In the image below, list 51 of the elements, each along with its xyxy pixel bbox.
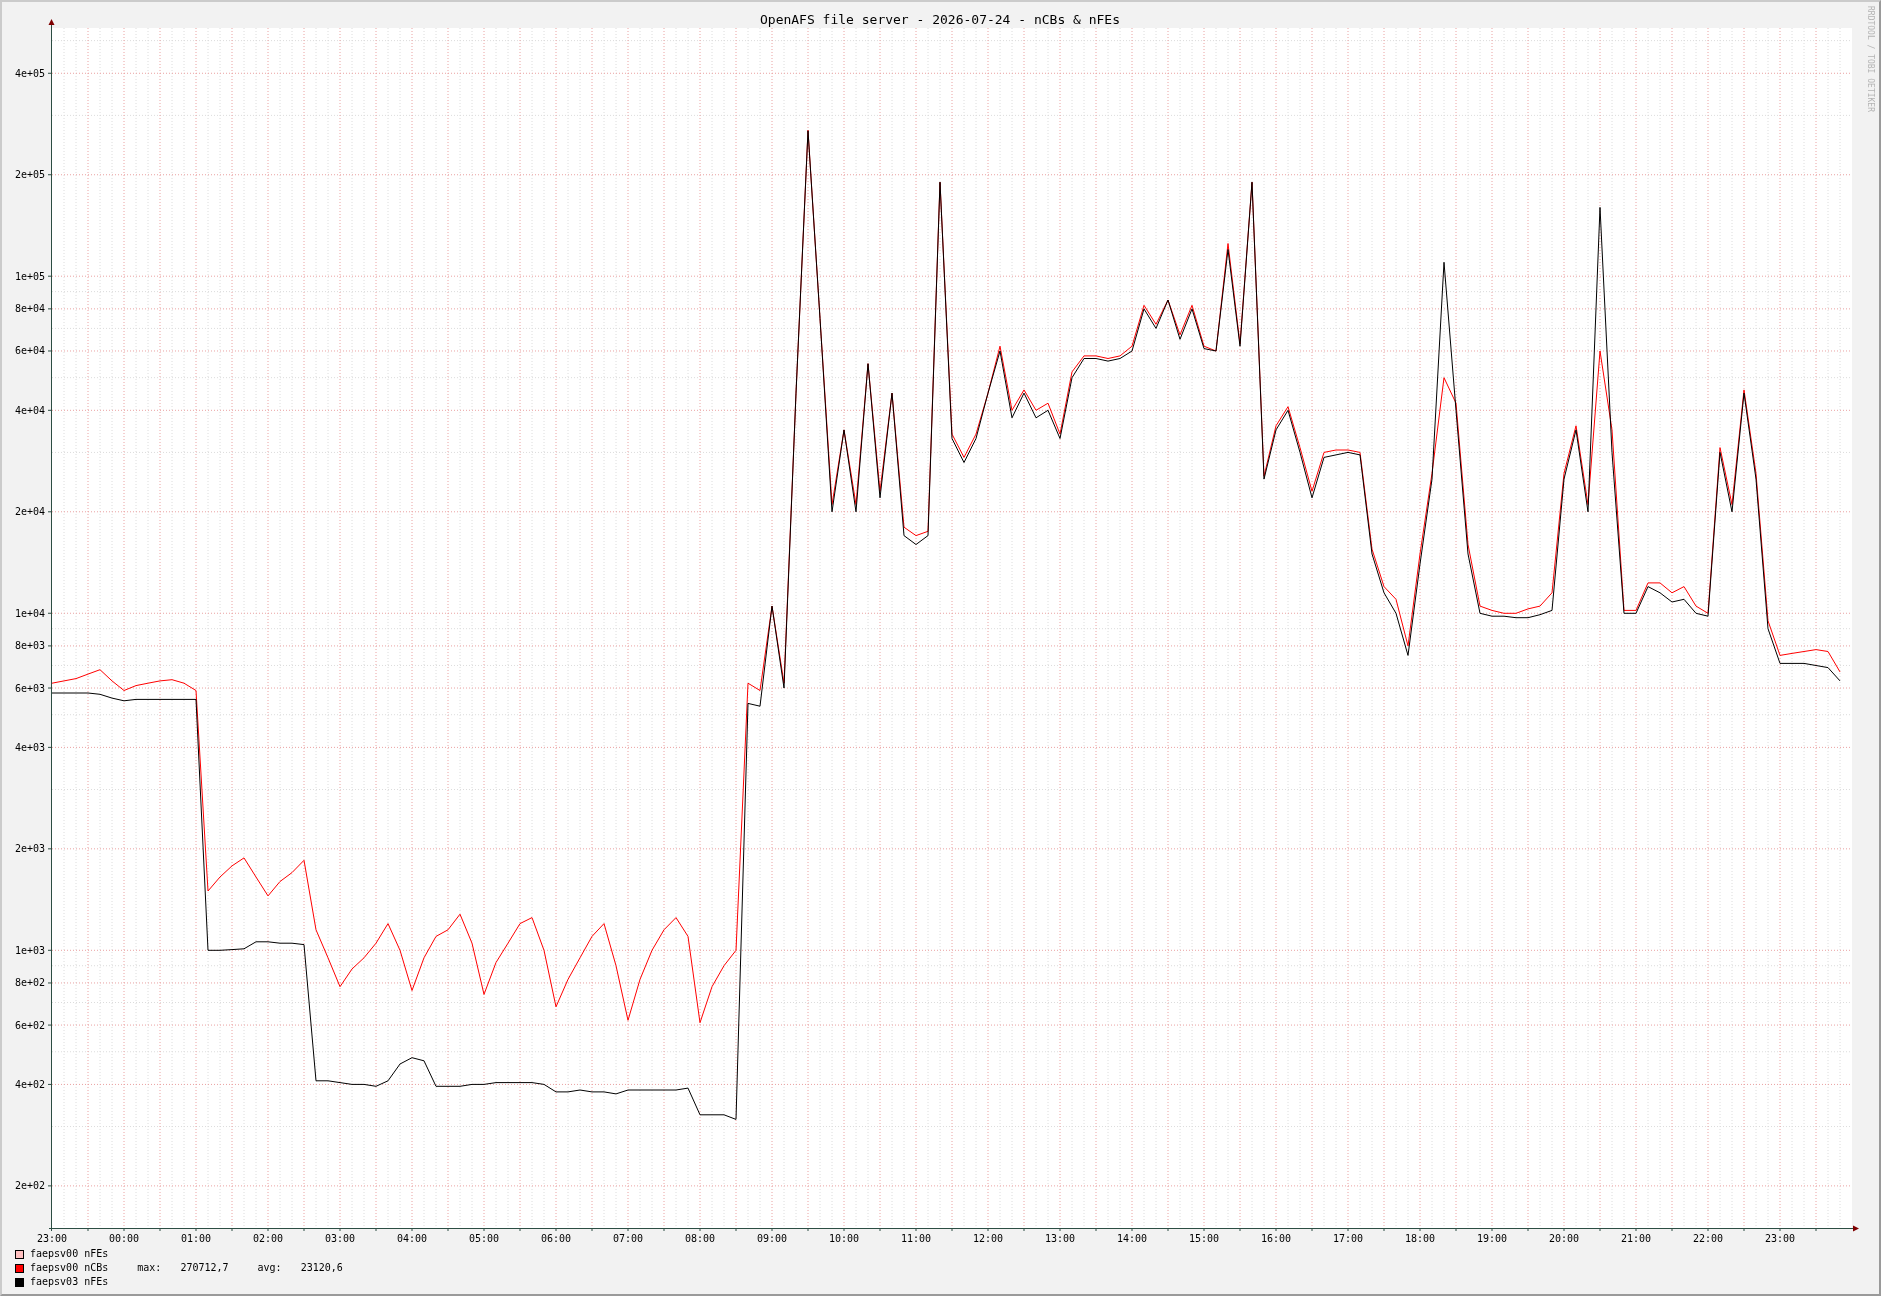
y-tick-label: 8e+03 xyxy=(14,640,45,652)
y-tick-label: 4e+03 xyxy=(14,741,45,753)
legend-label: faepsv03 nFEs xyxy=(30,1275,109,1289)
x-tick-label: 23:00 xyxy=(36,1233,68,1244)
y-tick-label: 4e+05 xyxy=(14,67,45,79)
x-tick-label: 14:00 xyxy=(1116,1233,1148,1244)
legend-label: faepsv00 nCBs xyxy=(30,1261,109,1275)
stat-value: 270712,7 xyxy=(180,1261,229,1275)
x-tick-label: 06:00 xyxy=(540,1233,572,1244)
x-tick-label: 05:00 xyxy=(468,1233,500,1244)
y-tick-label: 2e+05 xyxy=(14,169,45,181)
x-tick-label: 03:00 xyxy=(324,1233,356,1244)
x-tick-label: 00:00 xyxy=(108,1233,140,1244)
y-tick-label: 2e+03 xyxy=(14,843,45,855)
y-tick-label: 6e+02 xyxy=(14,1019,45,1031)
x-tick-label: 13:00 xyxy=(1044,1233,1076,1244)
y-tick-label: 8e+04 xyxy=(14,303,45,315)
x-tick-label: 17:00 xyxy=(1332,1233,1364,1244)
x-tick-label: 09:00 xyxy=(756,1233,788,1244)
x-tick-label: 11:00 xyxy=(900,1233,932,1244)
chart-title: OpenAFS file server - 2026-07-24 - nCBs & nFEs xyxy=(760,12,1120,27)
x-tick-label: 16:00 xyxy=(1260,1233,1292,1244)
stat-value: 23120,6 xyxy=(300,1261,343,1275)
y-tick-label: 1e+04 xyxy=(14,607,45,619)
x-tick-label: 22:00 xyxy=(1692,1233,1724,1244)
x-tick-label: 07:00 xyxy=(612,1233,644,1244)
y-tick-label: 1e+05 xyxy=(14,270,45,282)
stat-label: avg: xyxy=(257,1261,282,1275)
legend-label: faepsv00 nFEs xyxy=(30,1247,109,1261)
x-tick-label: 04:00 xyxy=(396,1233,428,1244)
credit-text: RRDTOOL / TOBI OETIKER xyxy=(1866,6,1874,112)
x-tick-label: 10:00 xyxy=(828,1233,860,1244)
y-tick-label: 8e+02 xyxy=(14,977,45,989)
y-tick-label: 4e+02 xyxy=(14,1078,45,1090)
y-tick-label: 4e+04 xyxy=(14,404,45,416)
y-tick-label: 6e+03 xyxy=(14,682,45,694)
stat-label: max: xyxy=(137,1261,162,1275)
x-tick-label: 01:00 xyxy=(180,1233,212,1244)
x-tick-label: 21:00 xyxy=(1620,1233,1652,1244)
y-tick-label: 2e+04 xyxy=(14,506,45,518)
y-tick-label: 1e+03 xyxy=(14,944,45,956)
x-tick-label: 19:00 xyxy=(1476,1233,1508,1244)
y-tick-label: 2e+02 xyxy=(14,1180,45,1192)
x-tick-label: 20:00 xyxy=(1548,1233,1580,1244)
x-tick-label: 15:00 xyxy=(1188,1233,1220,1244)
y-tick-label: 6e+04 xyxy=(14,345,45,357)
x-tick-label: 12:00 xyxy=(972,1233,1004,1244)
x-tick-label: 02:00 xyxy=(252,1233,284,1244)
x-tick-label: 08:00 xyxy=(684,1233,716,1244)
x-tick-label: 18:00 xyxy=(1404,1233,1436,1244)
x-tick-label: 23:00 xyxy=(1764,1233,1796,1244)
